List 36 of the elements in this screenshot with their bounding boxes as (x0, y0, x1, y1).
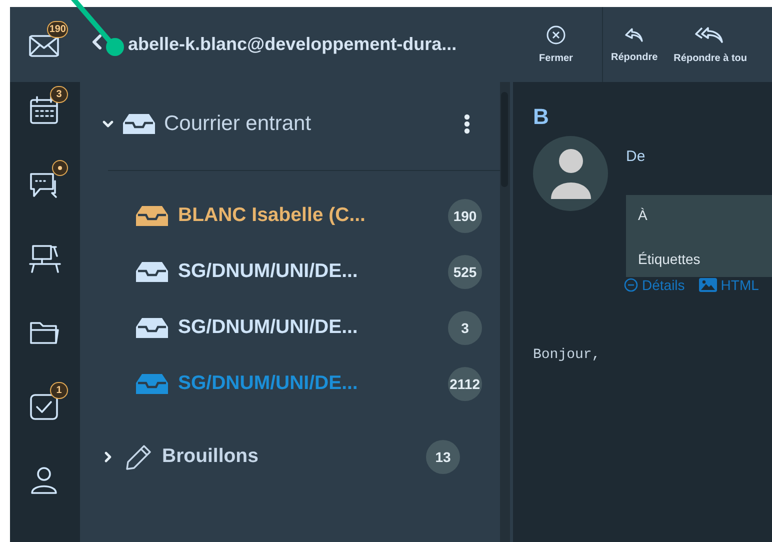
close-button[interactable]: Fermer (510, 7, 603, 82)
message-body: Bonjour, (533, 347, 602, 363)
inbox-icon (135, 316, 169, 338)
message-subject: B (533, 104, 550, 130)
close-icon (546, 25, 566, 45)
reply-all-button[interactable]: Répondre à tou (666, 7, 756, 82)
scrollbar-thumb[interactable] (501, 92, 508, 187)
inbox-icon (135, 204, 169, 226)
reply-button[interactable]: Répondre (603, 7, 666, 82)
unread-count: 3 (448, 310, 482, 344)
count-badge: 1 (50, 382, 68, 399)
inbox-icon (122, 113, 156, 135)
inbox-icon (135, 260, 169, 282)
more-options-icon[interactable] (464, 114, 470, 134)
unread-count: 190 (448, 198, 482, 232)
chevron-down-icon[interactable] (102, 118, 114, 130)
unread-count: 13 (426, 440, 460, 474)
reply-icon (623, 26, 646, 44)
chevron-right-icon[interactable] (102, 450, 114, 462)
desk-icon (28, 243, 62, 273)
image-icon (698, 278, 717, 292)
folder-name[interactable]: SG/DNUM/UNI/DE... (178, 260, 358, 283)
folder-name[interactable]: Brouillons (162, 445, 258, 468)
folder-name[interactable]: BLANC Isabelle (C... (178, 204, 366, 227)
to-label: À (638, 207, 648, 223)
tags-label: Étiquettes (638, 251, 702, 267)
folder-name[interactable]: Courrier entrant (164, 112, 312, 136)
from-label: De (626, 148, 646, 165)
minus-circle-icon (624, 278, 638, 292)
account-title: abelle-k.blanc@developpement-dura... (127, 34, 457, 55)
folder-name[interactable]: SG/DNUM/UNI/DE... (178, 316, 358, 339)
count-badge: 3 (50, 86, 68, 103)
count-badge: 190 (47, 20, 68, 38)
unread-count: 2112 (448, 366, 482, 400)
unread-count: 525 (448, 254, 482, 288)
inbox-icon (135, 372, 169, 394)
